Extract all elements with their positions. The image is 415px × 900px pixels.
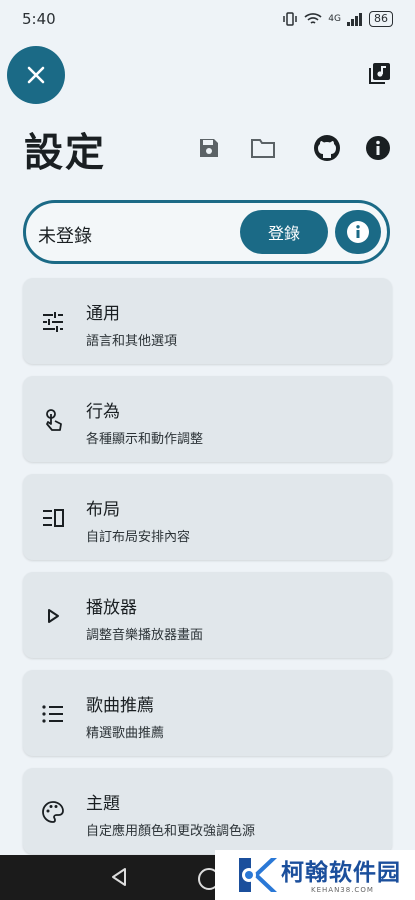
menu-title: 布局: [86, 500, 120, 520]
menu-subtitle: 精選歌曲推薦: [86, 726, 165, 741]
wifi-icon: [304, 13, 322, 24]
github-button[interactable]: [313, 134, 341, 162]
back-icon[interactable]: [110, 867, 128, 887]
github-icon: [314, 135, 340, 161]
login-button[interactable]: 登錄: [240, 210, 328, 254]
save-button[interactable]: [195, 134, 223, 162]
status-bar: 5:40 4G 86: [0, 0, 415, 40]
close-icon: [27, 66, 45, 84]
info-icon: [366, 136, 390, 160]
list-icon: [40, 701, 66, 727]
status-icons: 4G 86: [282, 11, 393, 27]
settings-menu: 通用 語言和其他選項 行為 各種顯示和動作調整 布局 自訂布局安排內容 播放器 …: [23, 278, 392, 866]
signal-icon: [347, 12, 362, 26]
page-title: 設定: [24, 131, 107, 176]
network-type: 4G: [328, 14, 341, 24]
save-icon: [200, 139, 218, 157]
menu-title: 行為: [86, 402, 120, 422]
menu-title: 通用: [86, 304, 120, 324]
menu-subtitle: 自訂布局安排內容: [86, 530, 191, 545]
status-time: 5:40: [22, 10, 56, 28]
tune-icon: [40, 309, 66, 335]
menu-item-player[interactable]: 播放器 調整音樂播放器畫面: [23, 572, 392, 658]
touch-icon: [40, 407, 66, 433]
menu-subtitle: 調整音樂播放器畫面: [86, 628, 204, 643]
library-music-icon: [369, 63, 390, 84]
open-folder-button[interactable]: [249, 134, 277, 162]
menu-title: 主題: [86, 794, 120, 814]
info-icon: [347, 221, 369, 243]
menu-item-recommendations[interactable]: 歌曲推薦 精選歌曲推薦: [23, 670, 392, 756]
close-button[interactable]: [7, 46, 65, 104]
menu-subtitle: 語言和其他選項: [86, 334, 178, 349]
folder-icon: [251, 139, 275, 158]
watermark-name: 柯翰软件园: [281, 860, 401, 886]
library-music-button[interactable]: [367, 62, 391, 86]
menu-item-theme[interactable]: 主題 自定應用顏色和更改強調色源: [23, 768, 392, 854]
menu-title: 歌曲推薦: [86, 696, 154, 716]
battery-level: 86: [369, 11, 393, 27]
palette-icon: [40, 799, 66, 825]
watermark: 柯翰软件园 KEHAN38.COM: [215, 850, 415, 900]
menu-item-layout[interactable]: 布局 自訂布局安排內容: [23, 474, 392, 560]
menu-subtitle: 自定應用顏色和更改強調色源: [86, 824, 256, 839]
watermark-logo-icon: [239, 858, 277, 892]
watermark-url: KEHAN38.COM: [311, 886, 374, 894]
account-status: 未登錄: [38, 226, 92, 247]
account-card: 未登錄 登錄: [23, 200, 390, 264]
play-icon: [40, 603, 66, 629]
account-info-button[interactable]: [335, 210, 381, 254]
vibrate-icon: [283, 12, 298, 26]
layout-icon: [40, 505, 66, 531]
menu-item-general[interactable]: 通用 語言和其他選項: [23, 278, 392, 364]
menu-title: 播放器: [86, 598, 137, 618]
menu-subtitle: 各種顯示和動作調整: [86, 432, 204, 447]
info-button[interactable]: [364, 134, 392, 162]
menu-item-behavior[interactable]: 行為 各種顯示和動作調整: [23, 376, 392, 462]
